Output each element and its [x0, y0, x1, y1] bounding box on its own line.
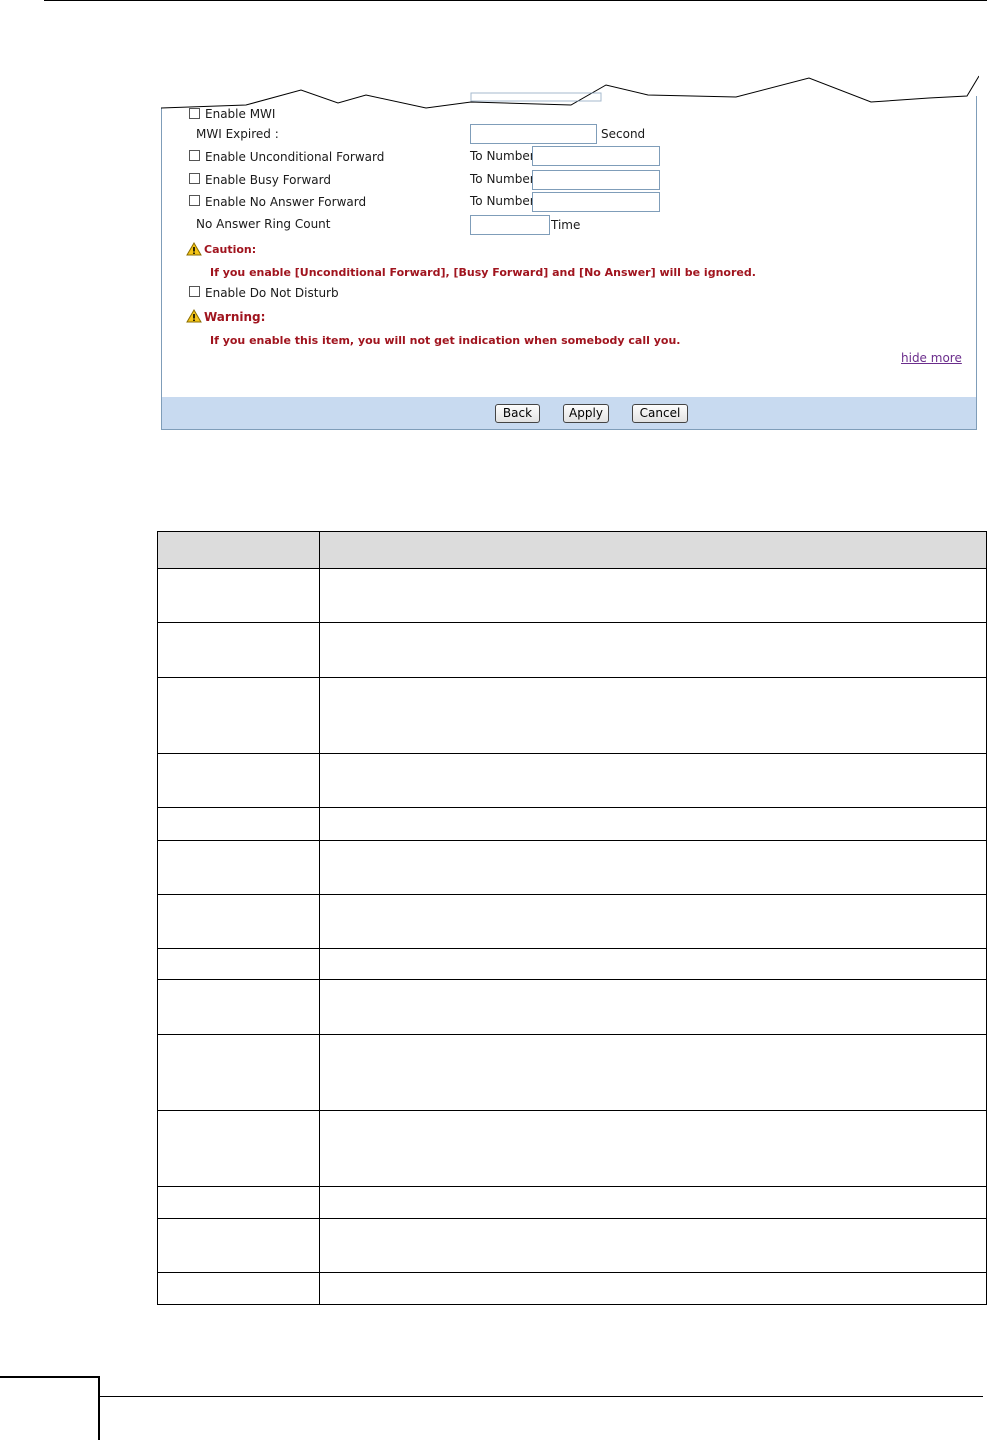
table-cell	[157, 677, 320, 754]
caution-title: Caution:	[204, 243, 257, 256]
back-button[interactable]: Back	[495, 404, 540, 423]
warning-icon	[186, 309, 202, 323]
page-number-box	[0, 1376, 100, 1440]
table-cell	[157, 807, 320, 841]
table-row	[157, 1110, 987, 1187]
enable-mwi-checkbox[interactable]	[189, 108, 200, 119]
table-row	[157, 1186, 987, 1219]
page-top-rule	[44, 0, 987, 1]
warning-title: Warning:	[204, 310, 266, 324]
no-answer-forward-checkbox[interactable]	[189, 195, 200, 206]
table-row	[157, 1272, 987, 1305]
table-header-cell	[157, 531, 320, 569]
table-cell	[157, 1272, 320, 1305]
do-not-disturb-label: Enable Do Not Disturb	[205, 286, 339, 300]
mwi-expired-label: MWI Expired :	[196, 127, 279, 141]
no-answer-to-number-input[interactable]	[532, 192, 660, 212]
table-row	[157, 807, 987, 841]
busy-forward-checkbox[interactable]	[189, 173, 200, 184]
table-row	[157, 677, 987, 754]
table-cell	[157, 622, 320, 678]
unconditional-forward-label: Enable Unconditional Forward	[205, 150, 385, 164]
table-cell	[319, 979, 987, 1035]
do-not-disturb-checkbox[interactable]	[189, 286, 200, 297]
second-unit-label: Second	[601, 127, 646, 141]
table-cell	[319, 753, 987, 808]
table-row	[157, 568, 987, 623]
table-row	[157, 1218, 987, 1273]
table-header-row	[157, 531, 987, 569]
no-answer-forward-label: Enable No Answer Forward	[205, 195, 367, 209]
table-cell	[157, 1110, 320, 1187]
table-row	[157, 894, 987, 949]
ring-count-input[interactable]	[470, 215, 550, 235]
table-row	[157, 753, 987, 808]
cancel-button[interactable]: Cancel	[632, 404, 688, 423]
busy-to-number-input[interactable]	[532, 170, 660, 190]
table-cell	[157, 894, 320, 949]
busy-forward-label: Enable Busy Forward	[205, 173, 331, 187]
table-cell	[157, 840, 320, 895]
table-row	[157, 979, 987, 1035]
unconditional-forward-checkbox[interactable]	[189, 150, 200, 161]
warning-text: If you enable this item, you will not ge…	[210, 334, 681, 347]
table-cell	[319, 1218, 987, 1273]
table-cell	[319, 622, 987, 678]
table-cell	[319, 1034, 987, 1111]
table-cell	[157, 948, 320, 980]
table-cell	[319, 1110, 987, 1187]
table-row	[157, 1034, 987, 1111]
page-bottom-rule	[100, 1396, 983, 1397]
table-row	[157, 840, 987, 895]
busy-to-number-label: To Number:	[470, 172, 539, 186]
table-cell	[319, 840, 987, 895]
table-cell	[157, 979, 320, 1035]
table-cell	[157, 568, 320, 623]
ring-count-label: No Answer Ring Count	[196, 217, 331, 231]
description-table	[157, 531, 987, 1305]
time-unit-label: Time	[551, 218, 581, 232]
hide-more-link[interactable]: hide more	[901, 351, 962, 365]
table-cell	[157, 753, 320, 808]
table-row	[157, 622, 987, 678]
table-cell	[319, 894, 987, 949]
unconditional-to-number-input[interactable]	[532, 146, 660, 166]
torn-edge	[161, 70, 979, 109]
no-answer-to-number-label: To Number:	[470, 194, 539, 208]
caution-icon	[186, 242, 202, 256]
table-cell	[319, 1272, 987, 1305]
table-cell	[319, 807, 987, 841]
table-row	[157, 948, 987, 980]
table-cell	[319, 568, 987, 623]
unconditional-to-number-label: To Number:	[470, 149, 539, 163]
apply-button[interactable]: Apply	[563, 404, 609, 423]
table-cell	[319, 948, 987, 980]
enable-mwi-label: Enable MWI	[205, 107, 276, 121]
mwi-expired-input[interactable]	[470, 124, 597, 144]
table-cell	[157, 1034, 320, 1111]
table-cell	[319, 677, 987, 754]
caution-text: If you enable [Unconditional Forward], […	[210, 266, 756, 279]
table-cell	[157, 1218, 320, 1273]
table-header-cell	[319, 531, 987, 569]
table-cell	[319, 1186, 987, 1219]
table-cell	[157, 1186, 320, 1219]
